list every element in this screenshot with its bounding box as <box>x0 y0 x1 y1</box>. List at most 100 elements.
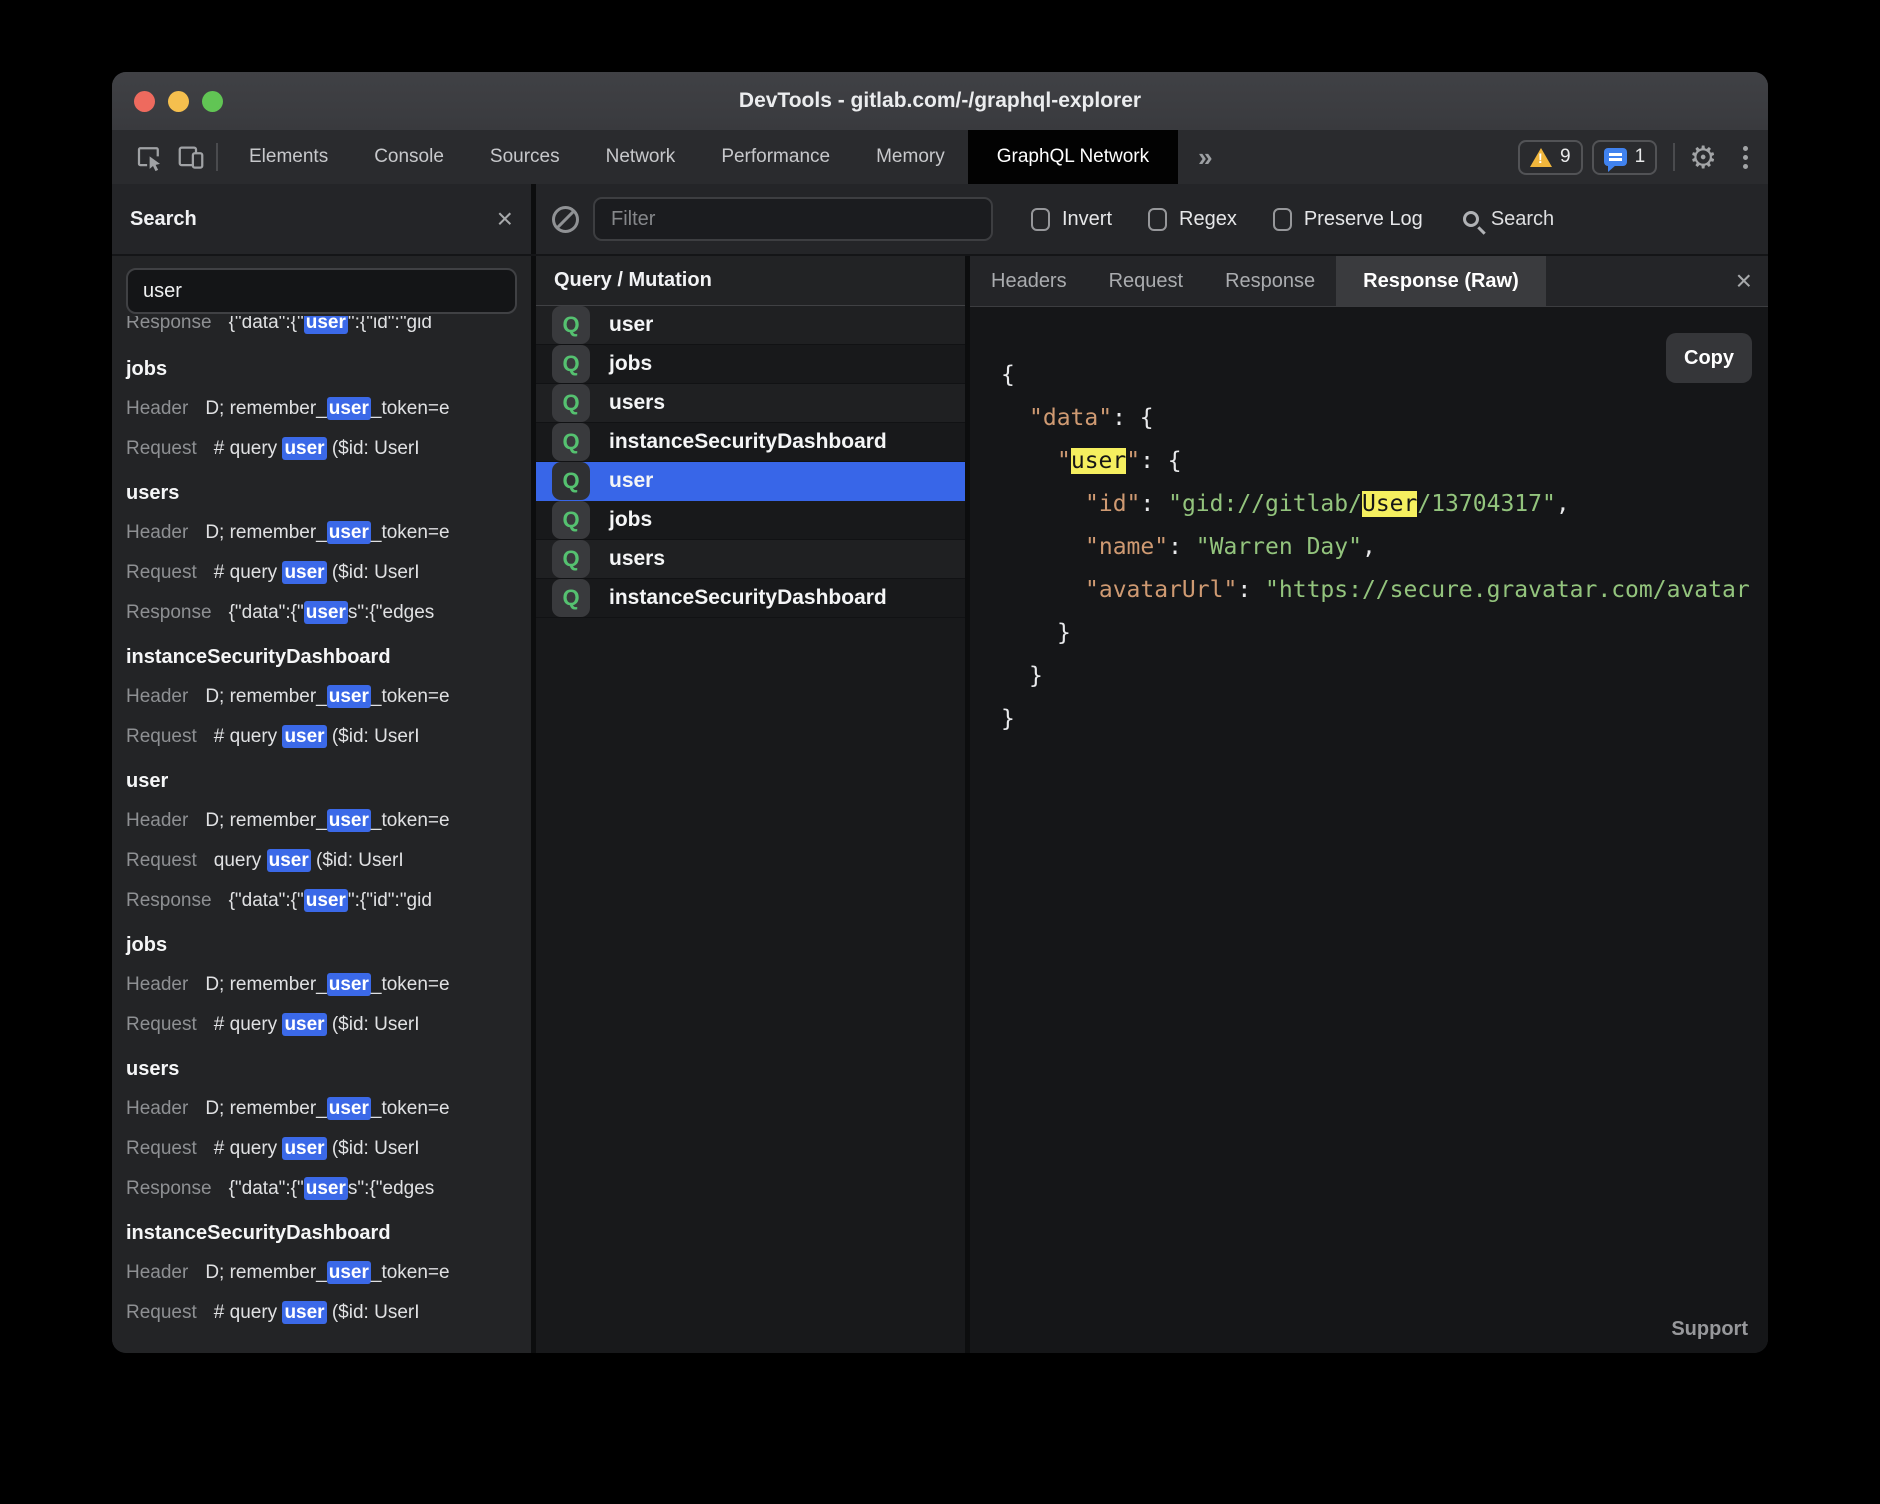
checkbox-box-regex[interactable] <box>1148 208 1167 231</box>
response-tabs: HeadersRequestResponseResponse (Raw) <box>970 256 1546 306</box>
checkbox-preserve-log[interactable]: Preserve Log <box>1273 208 1423 231</box>
json-line: } <box>1001 655 1768 698</box>
response-tab-request[interactable]: Request <box>1088 256 1205 306</box>
search-result-line[interactable]: Request# query user ($id: UserI <box>126 558 517 588</box>
response-tab-response[interactable]: Response <box>1204 256 1336 306</box>
warnings-badge[interactable]: 9 <box>1518 140 1583 175</box>
result-line-value: D; remember_user_token=e <box>205 809 449 832</box>
support-link[interactable]: Support <box>1671 1318 1748 1341</box>
inspect-element-icon[interactable] <box>128 130 170 184</box>
search-result-line[interactable]: HeaderD; remember_user_token=e <box>126 1258 517 1288</box>
minimize-window-button[interactable] <box>168 91 189 112</box>
response-tab-headers[interactable]: Headers <box>970 256 1088 306</box>
result-line-value: D; remember_user_token=e <box>205 973 449 996</box>
search-match-highlight: user <box>327 397 371 420</box>
result-line-value: D; remember_user_token=e <box>205 1097 449 1120</box>
search-result-line[interactable]: HeaderD; remember_user_token=e <box>126 394 517 424</box>
search-result-line[interactable]: Request# query user ($id: UserI <box>126 1298 517 1328</box>
query-row-user[interactable]: Quser <box>536 306 965 345</box>
checkbox-box-preserve-log[interactable] <box>1273 208 1292 231</box>
settings-gear-icon[interactable]: ⚙ <box>1689 142 1717 173</box>
query-row-jobs[interactable]: Qjobs <box>536 345 965 384</box>
search-match-highlight: user <box>282 561 326 584</box>
device-toolbar-icon[interactable] <box>170 130 212 184</box>
result-line-label: Header <box>126 974 188 995</box>
result-text: _token=e <box>371 810 450 831</box>
json-line: "name": "Warren Day", <box>1001 526 1768 569</box>
search-result-line[interactable]: HeaderD; remember_user_token=e <box>126 682 517 712</box>
more-tabs-icon[interactable]: » <box>1198 142 1212 173</box>
tab-console[interactable]: Console <box>351 130 467 184</box>
toolbar-divider <box>216 143 218 171</box>
search-result-line[interactable]: Request# query user ($id: UserI <box>126 434 517 464</box>
tab-memory[interactable]: Memory <box>853 130 968 184</box>
tab-sources[interactable]: Sources <box>467 130 583 184</box>
close-search-icon[interactable]: × <box>497 205 513 233</box>
search-match-highlight: user <box>1071 448 1126 474</box>
kebab-menu-icon[interactable] <box>1743 146 1748 169</box>
search-result-line[interactable]: Header D; remember_user_token=e <box>126 970 517 1000</box>
search-result-title: instanceSecurityDashboard <box>126 642 517 672</box>
search-result-title: users <box>126 1054 517 1084</box>
query-type-badge: Q <box>552 384 590 422</box>
search-result-group: jobsHeaderD; remember_user_token=eReques… <box>126 930 517 1040</box>
close-details-icon[interactable]: × <box>1736 267 1752 295</box>
query-name: instanceSecurityDashboard <box>609 586 887 610</box>
result-line-value: D; remember_user_token=e <box>205 1261 449 1284</box>
tab-network[interactable]: Network <box>583 130 699 184</box>
tab-elements[interactable]: Elements <box>226 130 351 184</box>
query-row-instancesecuritydashboard[interactable]: QinstanceSecurityDashboard <box>536 579 965 618</box>
checkbox-regex[interactable]: Regex <box>1148 208 1237 231</box>
checkbox-box-invert[interactable] <box>1031 208 1050 231</box>
json-token: " <box>1057 448 1071 474</box>
query-row-user[interactable]: Quser <box>536 462 965 501</box>
result-text: D; remember_ <box>205 1098 326 1119</box>
search-input[interactable] <box>126 268 517 314</box>
title-bar: DevTools - gitlab.com/-/graphql-explorer <box>112 72 1768 130</box>
search-result-line[interactable]: Request# query user ($id: UserI <box>126 722 517 752</box>
query-row-instancesecuritydashboard[interactable]: QinstanceSecurityDashboard <box>536 423 965 462</box>
search-result-line[interactable]: Response{"data":{"user":{"id":"gid <box>126 886 517 916</box>
json-token: { <box>1001 362 1015 388</box>
filter-options: Invert Regex Preserve Log <box>1031 208 1423 231</box>
search-result-line[interactable]: Requestquery user ($id: UserI <box>126 846 517 876</box>
checkbox-invert[interactable]: Invert <box>1031 208 1112 231</box>
search-toggle[interactable]: Search <box>1463 208 1554 231</box>
result-text: # query <box>214 438 283 459</box>
result-text: D; remember_ <box>205 398 326 419</box>
query-row-jobs[interactable]: Qjobs <box>536 501 965 540</box>
message-icon <box>1604 148 1627 166</box>
issues-badge[interactable]: 1 <box>1592 140 1658 175</box>
tab-performance[interactable]: Performance <box>698 130 853 184</box>
search-result-line[interactable]: HeaderD; remember_user_token=e <box>126 806 517 836</box>
traffic-lights <box>112 91 223 112</box>
search-result-line[interactable]: Response{"data":{"user":{"id":"gid <box>126 316 517 338</box>
result-text: D; remember_ <box>205 686 326 707</box>
result-line-label: Request <box>126 1014 197 1035</box>
search-result-line[interactable]: Request# query user ($id: UserI <box>126 1134 517 1164</box>
result-line-label: Header <box>126 522 188 543</box>
response-tab-response-raw[interactable]: Response (Raw) <box>1336 256 1546 306</box>
filter-input[interactable] <box>593 197 993 241</box>
search-result-line[interactable]: HeaderD; remember_user_token=e <box>126 518 517 548</box>
search-match-highlight: user <box>327 1097 371 1120</box>
result-text: D; remember_ <box>205 974 326 995</box>
search-result-line[interactable]: Response{"data":{"users":{"edges <box>126 1174 517 1204</box>
result-line-value: D; remember_user_token=e <box>205 685 449 708</box>
search-result-line[interactable]: HeaderD; remember_user_token=e <box>126 1094 517 1124</box>
search-result-group: instanceSecurityDashboardHeaderD; rememb… <box>126 1218 517 1328</box>
query-row-users[interactable]: Qusers <box>536 384 965 423</box>
close-window-button[interactable] <box>134 91 155 112</box>
tab-graphql-network[interactable]: GraphQL Network <box>968 130 1178 184</box>
search-result-line[interactable]: Response{"data":{"users":{"edges <box>126 598 517 628</box>
search-result-line[interactable]: Request # query user ($id: UserI <box>126 1010 517 1040</box>
result-text: _token=e <box>371 398 450 419</box>
result-line-value: query user ($id: UserI <box>214 849 404 872</box>
clear-log-icon[interactable] <box>552 206 579 233</box>
warnings-count: 9 <box>1560 146 1571 168</box>
zoom-window-button[interactable] <box>202 91 223 112</box>
result-text: ($id: UserI <box>327 1014 420 1035</box>
query-row-users[interactable]: Qusers <box>536 540 965 579</box>
result-line-value: # query user ($id: UserI <box>214 1013 420 1036</box>
result-text: s":{"edges <box>348 602 434 623</box>
